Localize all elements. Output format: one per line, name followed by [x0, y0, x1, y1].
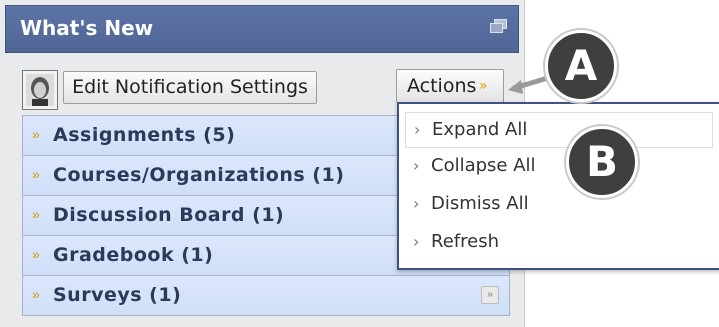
chevron-right-icon: ›	[413, 194, 420, 213]
menu-item-label: Dismiss All	[431, 193, 529, 214]
list-item-label: Discussion Board (1)	[53, 204, 285, 226]
list-item-label: Courses/Organizations (1)	[53, 164, 345, 186]
actions-dropdown-menu: › Expand All › Collapse All › Dismiss Al…	[397, 102, 719, 270]
actions-button[interactable]: Actions »	[396, 69, 504, 103]
actions-button-label: Actions	[407, 75, 477, 97]
menu-item-collapse-all[interactable]: › Collapse All	[405, 149, 711, 183]
user-avatar	[22, 70, 58, 110]
callout-badge-a: A	[545, 30, 617, 102]
chevron-right-icon: ›	[413, 156, 420, 175]
double-chevron-down-icon: »	[32, 166, 40, 182]
menu-item-expand-all[interactable]: › Expand All	[405, 112, 713, 148]
list-item-label: Gradebook (1)	[53, 244, 214, 266]
menu-item-dismiss-all[interactable]: › Dismiss All	[405, 187, 711, 221]
double-chevron-down-icon: »	[32, 206, 40, 222]
module-title: What's New	[20, 16, 154, 40]
module-titlebar: What's New	[5, 5, 519, 53]
list-item-label: Assignments (5)	[53, 124, 236, 146]
double-chevron-down-icon: »	[32, 246, 40, 262]
expand-toggle-icon[interactable]: »	[481, 286, 499, 304]
callout-badge-b: B	[566, 126, 638, 198]
list-item-surveys[interactable]: » Surveys (1) »	[22, 275, 510, 316]
double-chevron-down-icon: »	[32, 286, 40, 302]
list-item-label: Surveys (1)	[53, 284, 182, 306]
menu-item-refresh[interactable]: › Refresh	[405, 225, 711, 259]
double-chevron-down-icon: »	[32, 126, 40, 142]
chevron-right-icon: ›	[414, 120, 421, 139]
double-chevron-down-icon: »	[479, 78, 488, 94]
menu-item-label: Refresh	[431, 231, 499, 252]
avatar-image	[23, 71, 57, 109]
menu-item-label: Expand All	[432, 119, 528, 140]
window-front-square	[490, 23, 503, 33]
menu-item-label: Collapse All	[431, 155, 536, 176]
window-restore-icon[interactable]	[490, 19, 507, 33]
edit-notification-settings-button[interactable]: Edit Notification Settings	[63, 71, 317, 104]
chevron-right-icon: ›	[413, 232, 420, 251]
